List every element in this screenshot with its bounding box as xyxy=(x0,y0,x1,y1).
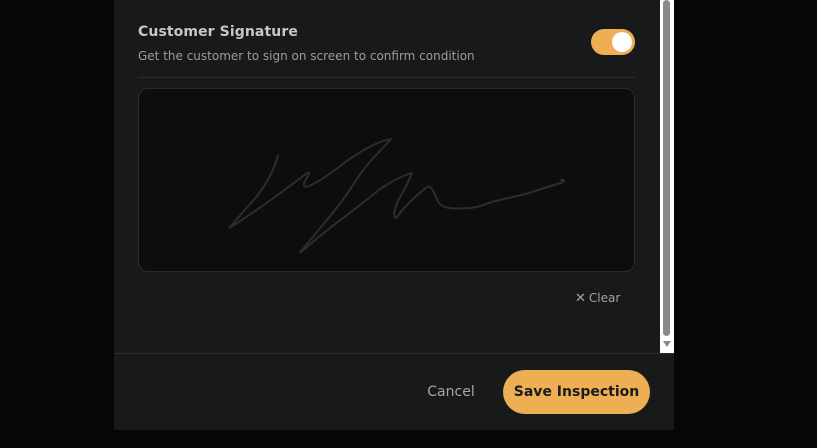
section-divider xyxy=(138,77,635,78)
close-icon: ✕ xyxy=(575,290,586,306)
signature-description: Get the customer to sign on screen to co… xyxy=(138,49,475,63)
signature-toggle[interactable] xyxy=(591,29,635,55)
clear-label: Clear xyxy=(588,291,621,305)
signature-title: Customer Signature xyxy=(138,24,298,40)
cancel-button[interactable]: Cancel xyxy=(414,370,488,414)
inspection-modal: Customer Signature Get the customer to s… xyxy=(114,0,674,430)
clear-signature-button[interactable]: ✕ Clear xyxy=(575,289,620,307)
signature-header: Customer Signature Get the customer to s… xyxy=(138,22,635,77)
signature-pad[interactable] xyxy=(138,88,635,272)
save-inspection-button[interactable]: Save Inspection xyxy=(503,370,650,414)
modal-footer: Cancel Save Inspection xyxy=(114,354,674,430)
toggle-knob xyxy=(612,32,632,52)
scroll-down-arrow-icon[interactable] xyxy=(663,341,671,347)
signature-stroke xyxy=(228,138,565,254)
scrollbar-thumb[interactable] xyxy=(663,0,670,336)
modal-scroll-area: Customer Signature Get the customer to s… xyxy=(114,0,660,353)
vertical-scrollbar[interactable] xyxy=(660,0,674,353)
